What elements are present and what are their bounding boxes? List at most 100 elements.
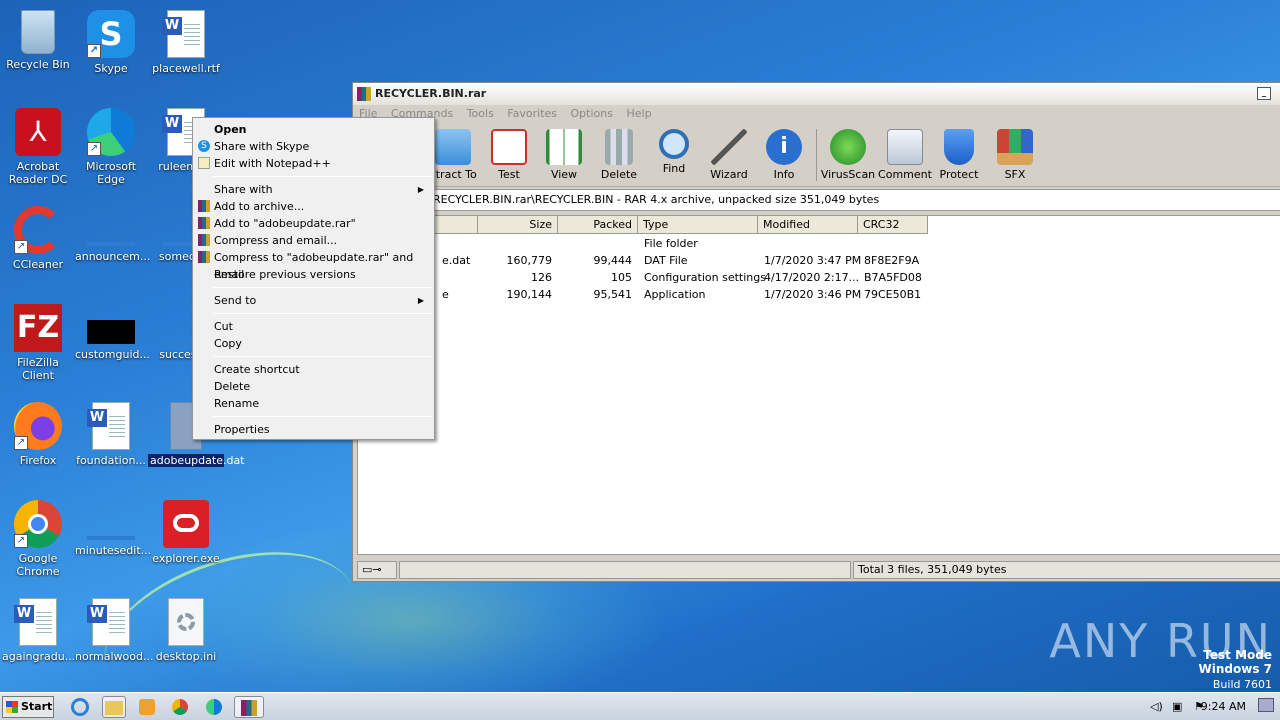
desktop-icon-edge[interactable]: ↗ Microsoft Edge <box>73 104 149 190</box>
menu-item-copy[interactable]: Copy <box>195 335 432 352</box>
network-icon[interactable]: ▣ <box>1172 700 1182 713</box>
toolbar-separator <box>816 129 817 181</box>
menu-item-compress-email[interactable]: Compress and email... <box>195 232 432 249</box>
desktop-icon-againgradu[interactable]: W againgradu... <box>0 594 76 680</box>
menu-item-properties[interactable]: Properties <box>195 421 432 438</box>
menu-item-add-to-rar[interactable]: Add to "adobeupdate.rar" <box>195 215 432 232</box>
ccleaner-icon: ↗ <box>14 206 62 254</box>
minimize-icon[interactable]: _ <box>1257 87 1271 100</box>
virus-icon <box>830 129 866 165</box>
menu-item-restore-versions[interactable]: Restore previous versions <box>195 266 432 283</box>
volume-icon[interactable]: ◁) <box>1150 700 1163 713</box>
word-document-icon: W <box>87 402 130 450</box>
recycle-bin-icon <box>21 10 55 54</box>
column-header-crc32[interactable]: CRC32 <box>858 216 928 234</box>
desktop-icon-customguide[interactable]: customguid... <box>73 300 150 386</box>
desktop-icon-ccleaner[interactable]: ↗ CCleaner <box>0 202 76 288</box>
menu-item-compress-to-rar-email[interactable]: Compress to "adobeupdate.rar" and email <box>195 249 432 281</box>
menu-separator <box>213 356 432 357</box>
desktop-icon-placewell[interactable]: W placewell.rtf <box>148 6 224 92</box>
desktop-icon-foundation[interactable]: W foundation... <box>73 398 149 484</box>
desktop-icon-filezilla[interactable]: FZ FileZilla Client <box>0 300 76 386</box>
menu-options[interactable]: Options <box>571 107 613 120</box>
media-player-taskbar-icon[interactable] <box>135 696 159 718</box>
book-icon <box>546 129 582 165</box>
menu-help[interactable]: Help <box>626 107 651 120</box>
test-mode-text: Test Mode <box>1203 648 1272 662</box>
desktop-icon-skype[interactable]: S ↗ Skype <box>73 6 149 92</box>
context-menu: Open S Share with Skype Edit with Notepa… <box>192 117 435 440</box>
desktop-icon-explorer[interactable]: explorer.exe <box>148 496 224 582</box>
comment-button[interactable]: Comment <box>877 127 933 181</box>
path-bar[interactable]: RECYCLER.BIN.rar\RECYCLER.BIN - RAR 4.x … <box>353 189 1280 211</box>
test-button[interactable]: Test <box>481 127 537 181</box>
edge-icon: ↗ <box>87 108 135 156</box>
column-header-type[interactable]: Type <box>638 216 758 234</box>
menu-item-add-archive[interactable]: Add to archive... <box>195 198 432 215</box>
windows-version-text: Windows 7 <box>1198 662 1272 676</box>
protect-button[interactable]: Protect <box>931 127 987 181</box>
clock[interactable]: 9:24 AM <box>1201 700 1246 713</box>
toolbar: xtract To Test View Delete Find Wizard i… <box>353 123 1280 187</box>
menu-item-edit-notepadpp[interactable]: Edit with Notepad++ <box>195 155 432 172</box>
menu-item-send-to[interactable]: Send to ▶ <box>195 292 432 309</box>
blank-file-icon <box>87 536 135 540</box>
find-button[interactable]: Find <box>646 127 702 175</box>
virusscan-button[interactable]: VirusScan <box>820 127 876 181</box>
menu-item-open[interactable]: Open <box>195 121 432 138</box>
desktop-icon-desktop-ini[interactable]: desktop.ini <box>148 594 224 680</box>
show-desktop-icon[interactable] <box>1258 698 1274 712</box>
desktop-icon-minutesedit[interactable]: minutesedit... <box>73 496 151 582</box>
submenu-arrow-icon: ▶ <box>417 296 424 305</box>
path-text: RECYCLER.BIN.rar\RECYCLER.BIN - RAR 4.x … <box>433 193 880 206</box>
wizard-button[interactable]: Wizard <box>701 127 757 181</box>
winrar-icon <box>357 87 371 101</box>
menu-favorites[interactable]: Favorites <box>507 107 557 120</box>
window-title: RECYCLER.BIN.rar <box>375 87 487 100</box>
desktop-icon-acrobat[interactable]: ⅄ Acrobat Reader DC <box>0 104 76 190</box>
notepadpp-icon <box>198 157 210 169</box>
desktop-icon-firefox[interactable]: ↗ Firefox <box>0 398 76 484</box>
menu-separator <box>213 287 432 288</box>
system-tray: ◁) ▣ ⚑ 9:24 AM <box>1120 693 1280 720</box>
desktop-icon-recycle-bin[interactable]: Recycle Bin <box>0 6 76 92</box>
filezilla-icon: FZ <box>14 304 62 352</box>
window-titlebar[interactable]: RECYCLER.BIN.rar _ <box>353 83 1280 105</box>
menu-item-create-shortcut[interactable]: Create shortcut <box>195 361 432 378</box>
winrar-icon <box>198 217 210 229</box>
chrome-taskbar-icon[interactable] <box>168 696 192 718</box>
desktop-icon-normalwood[interactable]: W normalwood... <box>73 594 153 680</box>
winrar-taskbar-icon[interactable] <box>234 696 264 718</box>
comment-icon <box>887 129 923 165</box>
edge-taskbar-icon[interactable] <box>202 696 226 718</box>
drive-key-icon[interactable]: ▭⊸ <box>357 561 397 579</box>
menu-item-rename[interactable]: Rename <box>195 395 432 412</box>
menu-separator <box>213 313 432 314</box>
menu-item-share-with[interactable]: Share with ▶ <box>195 181 432 198</box>
desktop-icon-announcement[interactable]: announcem... <box>73 202 150 288</box>
file-list[interactable]: Size Packed Type Modified CRC32 File fol… <box>357 215 1280 555</box>
menu-tools[interactable]: Tools <box>467 107 494 120</box>
start-button[interactable]: Start <box>2 696 54 718</box>
column-header-modified[interactable]: Modified <box>758 216 858 234</box>
sfx-box-icon <box>997 129 1033 165</box>
winrar-window[interactable]: RECYCLER.BIN.rar _ File Commands Tools F… <box>352 82 1280 582</box>
build-text: Build 7601 <box>1212 678 1272 691</box>
menu-item-cut[interactable]: Cut <box>195 318 432 335</box>
menu-item-delete[interactable]: Delete <box>195 378 432 395</box>
delete-button[interactable]: Delete <box>591 127 647 181</box>
ie-taskbar-icon[interactable] <box>68 696 92 718</box>
menu-item-share-skype[interactable]: S Share with Skype <box>195 138 432 155</box>
winrar-icon <box>198 234 210 246</box>
sfx-button[interactable]: SFX <box>987 127 1043 181</box>
column-header-size[interactable]: Size <box>478 216 558 234</box>
explorer-taskbar-icon[interactable] <box>102 696 126 718</box>
desktop-icon-chrome[interactable]: ↗ Google Chrome <box>0 496 76 582</box>
column-header-packed[interactable]: Packed <box>558 216 638 234</box>
word-document-icon: W <box>87 598 130 646</box>
chrome-icon: ↗ <box>14 500 62 548</box>
view-button[interactable]: View <box>536 127 592 181</box>
wand-icon <box>711 129 747 165</box>
info-button[interactable]: i Info <box>756 127 812 181</box>
skype-icon: S ↗ <box>87 10 135 58</box>
